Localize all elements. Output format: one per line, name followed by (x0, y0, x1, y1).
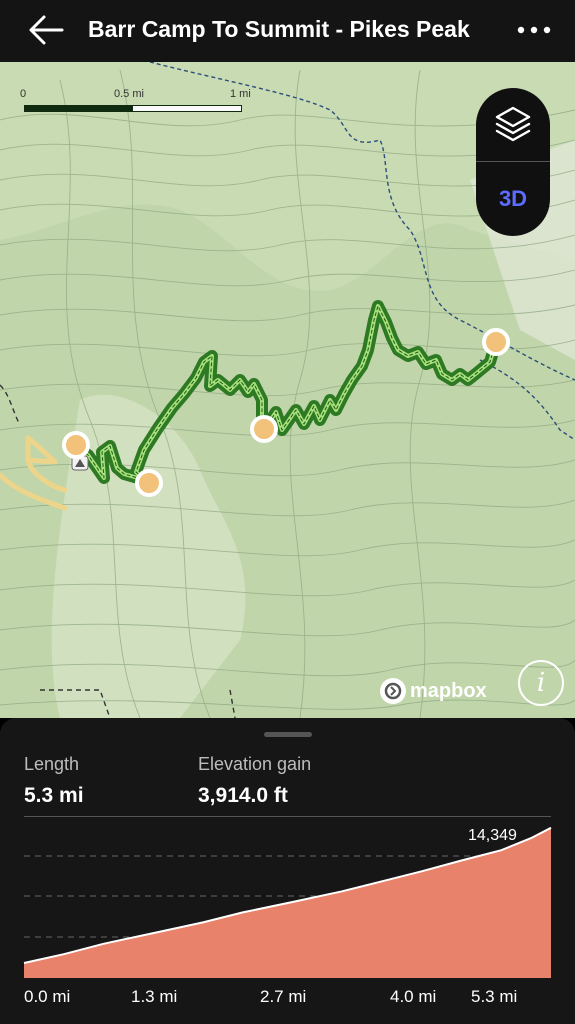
3d-toggle-button[interactable]: 3D (476, 162, 550, 236)
scale-label-0: 0 (20, 88, 27, 100)
more-options-button[interactable] (512, 16, 558, 44)
trail-stats-sheet: Length 5.3 mi Elevation gain 3,914.0 ft … (0, 718, 575, 1024)
scale-label-1: 1 mi (230, 88, 251, 100)
more-horizontal-icon (517, 26, 551, 34)
elevation-gain-value: 3,914.0 ft (198, 784, 288, 807)
max-elevation-label: 14,349 (468, 827, 517, 844)
waypoint-start[interactable] (62, 431, 90, 459)
arrow-left-icon (29, 15, 64, 45)
waypoint-2[interactable] (250, 415, 278, 443)
mapbox-logo[interactable]: mapbox (380, 676, 487, 706)
back-button[interactable] (26, 12, 66, 48)
scale-bar-light (132, 105, 242, 112)
layers-icon (495, 106, 531, 142)
x-axis-ticks: 0.0 mi 1.3 mi 2.7 mi 4.0 mi 5.3 mi (24, 987, 517, 1006)
x-tick-label: 1.3 mi (131, 987, 177, 1006)
sheet-drag-handle[interactable] (264, 732, 312, 737)
x-tick-label: 0.0 mi (24, 987, 70, 1006)
length-value: 5.3 mi (24, 784, 84, 807)
waypoint-summit[interactable] (482, 328, 510, 356)
layers-button[interactable] (476, 88, 550, 160)
scale-bar-dark (24, 105, 134, 112)
map-scale-bar: 0 0.5 mi 1 mi (20, 88, 260, 118)
elevation-gain-label: Elevation gain (198, 754, 312, 774)
page-title: Barr Camp To Summit - Pikes Peak (88, 16, 470, 42)
x-tick-label: 5.3 mi (471, 987, 517, 1006)
scale-label-half: 0.5 mi (114, 88, 144, 100)
waypoint-1[interactable] (135, 469, 163, 497)
stats-divider (24, 816, 551, 817)
info-button[interactable]: i (518, 660, 564, 706)
x-tick-label: 4.0 mi (390, 987, 436, 1006)
length-label: Length (24, 754, 80, 774)
mapbox-logo-text: mapbox (410, 679, 487, 702)
x-tick-label: 2.7 mi (260, 987, 306, 1006)
map-controls: 3D (476, 88, 550, 236)
mapbox-mark-icon (380, 678, 406, 704)
app-header: Barr Camp To Summit - Pikes Peak (0, 0, 575, 62)
elevation-chart[interactable]: 14,349 0.0 mi 1.3 mi 2.7 mi 4.0 mi 5.3 mi (0, 818, 575, 1024)
